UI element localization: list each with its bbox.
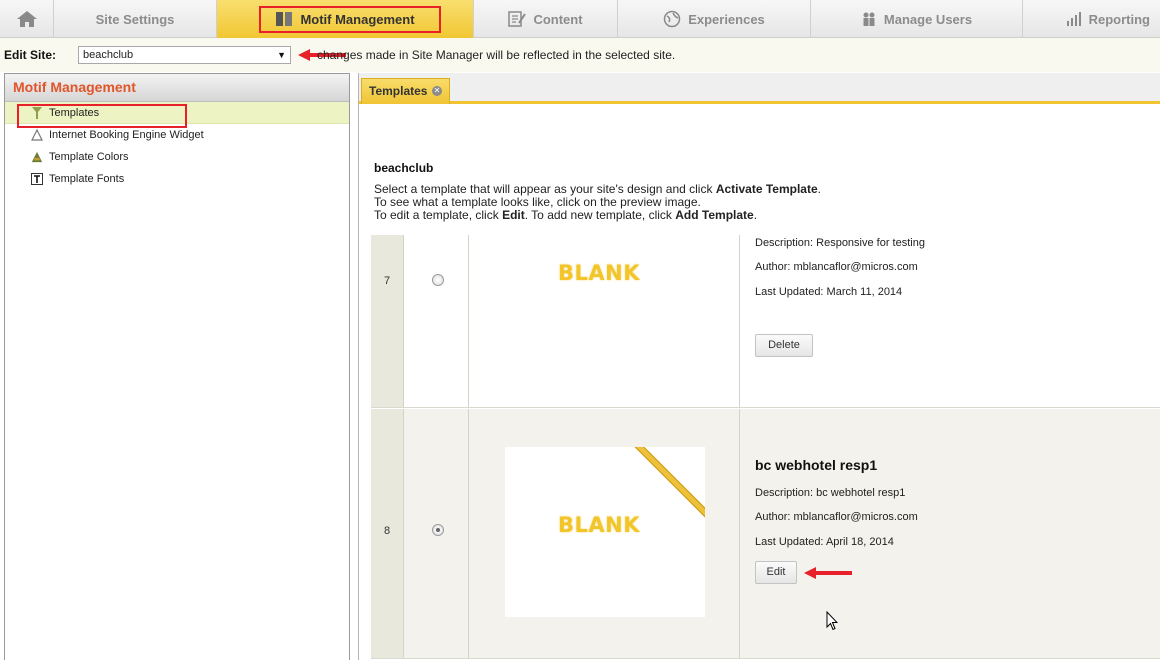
widget-icon [31, 128, 43, 142]
template-radio[interactable] [432, 274, 444, 286]
template-preview[interactable]: BLANK [470, 235, 740, 407]
template-number: 7 [371, 235, 404, 407]
template-updated: Last Updated: April 18, 2014 [755, 536, 894, 548]
intro-block: beachclub Select a template that will ap… [374, 161, 821, 222]
colors-icon [31, 150, 43, 164]
tab-label: Templates [369, 84, 428, 98]
template-radio-cell [405, 409, 469, 658]
edit-site-label: Edit Site: [4, 48, 57, 62]
template-info: bc webhotel resp1 Description: bc webhot… [741, 409, 1160, 658]
nav-tab-label: Motif Management [300, 11, 415, 27]
home-icon [16, 10, 38, 28]
nav-tab-label: Reporting [1088, 11, 1150, 27]
left-panel: Motif Management Templates Internet Book… [4, 73, 350, 660]
template-number: 8 [371, 409, 404, 658]
sidebar-item-label: Templates [49, 106, 100, 119]
motif-icon [275, 11, 293, 27]
delete-button[interactable]: Delete [755, 334, 813, 357]
left-panel-title: Motif Management [5, 74, 349, 102]
edit-site-bar: Edit Site: beachclub ▼ changes made in S… [0, 38, 1160, 72]
template-author: Author: mblancaflor@micros.com [755, 511, 918, 523]
nav-tab-label: Experiences [688, 11, 765, 27]
template-radio-cell [405, 235, 469, 407]
sidebar-item-booking-widget[interactable]: Internet Booking Engine Widget [5, 124, 349, 146]
template-radio[interactable] [432, 524, 444, 536]
site-heading: beachclub [374, 161, 434, 175]
template-info: Description: Responsive for testing Auth… [741, 235, 1160, 407]
nav-tab-motif-management[interactable]: Motif Management [217, 0, 474, 38]
sidebar-item-template-colors[interactable]: Template Colors [5, 146, 349, 168]
template-list: 7 BLANK Description: Responsive for test… [371, 235, 1160, 660]
experiences-icon [663, 10, 681, 28]
sidebar-item-label: Template Fonts [49, 173, 125, 185]
template-author: Author: mblancaflor@micros.com [755, 261, 918, 273]
home-tab[interactable] [0, 0, 54, 38]
template-row: 8 BLANK bc webhotel resp1 Description: b… [371, 409, 1160, 659]
nav-tab-manage-users[interactable]: Manage Users [811, 0, 1023, 38]
main-panel: Templates ✕ beachclub Select a template … [358, 73, 1160, 660]
preview-text: BLANK [558, 513, 640, 537]
template-updated: Last Updated: March 11, 2014 [755, 286, 903, 298]
site-select-value: beachclub [83, 49, 134, 61]
chevron-down-icon: ▼ [277, 50, 286, 60]
template-name: bc webhotel resp1 [755, 457, 878, 473]
preview-text: BLANK [558, 261, 640, 285]
sidebar-item-label: Internet Booking Engine Widget [49, 129, 204, 141]
nav-tab-label: Manage Users [883, 11, 973, 27]
content-icon [508, 11, 527, 27]
close-icon[interactable]: ✕ [432, 86, 442, 96]
site-note: changes made in Site Manager will be ref… [317, 48, 676, 62]
users-icon [861, 11, 877, 27]
template-thumbnail[interactable]: BLANK [505, 447, 705, 617]
site-select[interactable]: beachclub ▼ [78, 46, 291, 64]
templates-icon [31, 106, 43, 120]
red-arrow-icon [804, 567, 852, 582]
nav-tab-label: Site Settings [95, 11, 175, 27]
nav-tab-label: Content [533, 11, 583, 27]
template-description: Description: bc webhotel resp1 [755, 487, 906, 499]
top-nav: Site Settings Motif Management Content E… [0, 0, 1160, 38]
template-preview[interactable]: BLANK [470, 409, 740, 658]
nav-tab-reporting[interactable]: Reporting [1023, 0, 1160, 38]
nav-tab-content[interactable]: Content [474, 0, 618, 38]
sidebar-item-template-fonts[interactable]: Template Fonts [5, 168, 349, 190]
edit-button[interactable]: Edit [755, 561, 797, 584]
template-row: 7 BLANK Description: Responsive for test… [371, 235, 1160, 408]
nav-tab-site-settings[interactable]: Site Settings [54, 0, 217, 38]
reporting-icon [1066, 12, 1082, 26]
template-description: Description: Responsive for testing [755, 237, 925, 249]
fonts-icon [31, 172, 43, 186]
sidebar-item-label: Template Colors [49, 151, 129, 163]
instruction-line: To edit a template, click Edit. To add n… [374, 208, 758, 222]
mouse-cursor-icon [826, 610, 839, 634]
sidebar-item-templates[interactable]: Templates [5, 102, 349, 124]
nav-tab-experiences[interactable]: Experiences [618, 0, 811, 38]
tab-strip: Templates ✕ [359, 73, 1160, 104]
tab-templates[interactable]: Templates ✕ [361, 78, 450, 104]
